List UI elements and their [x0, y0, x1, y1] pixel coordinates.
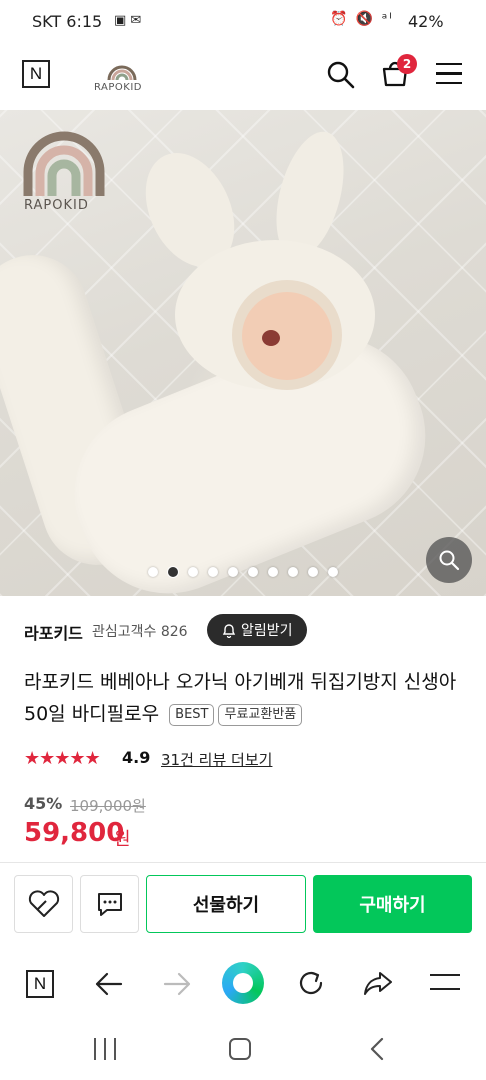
buy-label: 구매하기	[359, 895, 426, 916]
brand-watermark: RAPOKID	[22, 130, 106, 220]
sale-price: 59,800	[24, 818, 125, 848]
cart-button[interactable]: 2	[380, 54, 417, 92]
browser-home-icon[interactable]: N	[26, 970, 54, 998]
search-icon[interactable]	[326, 60, 356, 90]
store-name[interactable]: 라포키드	[24, 620, 83, 644]
carousel-dot[interactable]	[228, 567, 238, 577]
carousel-dot[interactable]	[248, 567, 258, 577]
system-nav-bar	[0, 1024, 486, 1080]
share-icon[interactable]	[362, 968, 394, 1002]
carousel-dot[interactable]	[308, 567, 318, 577]
wishlist-button[interactable]	[14, 875, 73, 933]
refresh-icon[interactable]	[296, 968, 326, 1002]
app-header: N RAPOKID 2	[0, 44, 486, 110]
carousel-dot[interactable]	[268, 567, 278, 577]
carousel-dot-active[interactable]	[168, 567, 178, 577]
rating-stars: ★★★★★	[24, 748, 101, 769]
carousel-dot[interactable]	[288, 567, 298, 577]
zoom-button[interactable]	[426, 537, 472, 583]
product-image[interactable]: RAPOKID	[0, 110, 486, 596]
battery-level: 42%	[408, 12, 444, 31]
badge-best: BEST	[169, 704, 215, 726]
discount-rate: 45%	[24, 794, 63, 813]
menu-icon[interactable]	[436, 63, 462, 85]
divider	[0, 862, 486, 863]
back-nav-icon[interactable]	[368, 1036, 386, 1066]
home-icon[interactable]	[229, 1038, 251, 1060]
carousel-dot[interactable]	[328, 567, 338, 577]
alarm-button[interactable]: 알림받기	[207, 614, 307, 646]
zoom-icon	[439, 550, 460, 571]
inquiry-button[interactable]	[80, 875, 139, 933]
gift-button[interactable]: 선물하기	[146, 875, 306, 933]
alarm-label: 알림받기	[241, 623, 293, 639]
status-bar: SKT 6:15 ▣ ✉ ⏰ 🔇 ᵃᴵ 42%	[0, 0, 486, 44]
system-icons: ⏰ 🔇 ᵃᴵ	[330, 11, 394, 27]
carousel-dot[interactable]	[148, 567, 158, 577]
store-logo-text: RAPOKID	[94, 82, 142, 93]
rating-value: 4.9	[122, 748, 151, 767]
carousel-dot[interactable]	[208, 567, 218, 577]
cart-count-badge: 2	[397, 54, 417, 74]
green-dot-icon[interactable]	[222, 962, 264, 1004]
heart-icon	[28, 890, 59, 917]
forward-icon[interactable]	[162, 970, 192, 1002]
notification-icons: ▣ ✉	[114, 13, 142, 28]
carousel-dot[interactable]	[188, 567, 198, 577]
review-link[interactable]: 31건 리뷰 더보기	[161, 749, 272, 770]
fan-count: 관심고객수 826	[92, 624, 188, 640]
browser-toolbar: N	[0, 944, 486, 1024]
status-time: SKT 6:15	[32, 12, 103, 31]
chat-icon	[97, 893, 122, 916]
browser-menu-icon[interactable]	[430, 974, 460, 992]
buy-button[interactable]: 구매하기	[313, 875, 472, 933]
store-logo[interactable]: RAPOKID	[92, 54, 152, 98]
carousel-indicator[interactable]	[0, 562, 486, 581]
badge-free-return: 무료교환반품	[218, 704, 303, 726]
bell-plus-icon	[222, 624, 236, 638]
back-icon[interactable]	[94, 970, 124, 1002]
original-price: 109,000원	[70, 797, 146, 815]
recent-apps-icon[interactable]	[94, 1038, 116, 1060]
gift-label: 선물하기	[192, 895, 260, 916]
currency-unit: 원	[114, 829, 131, 850]
product-title: 라포키드 베베아나 오가닉 아기베개 뒤집기방지 신생아 50일 바디필로우 B…	[24, 666, 464, 730]
naver-home-icon[interactable]: N	[22, 60, 50, 88]
watermark-text: RAPOKID	[24, 198, 89, 213]
